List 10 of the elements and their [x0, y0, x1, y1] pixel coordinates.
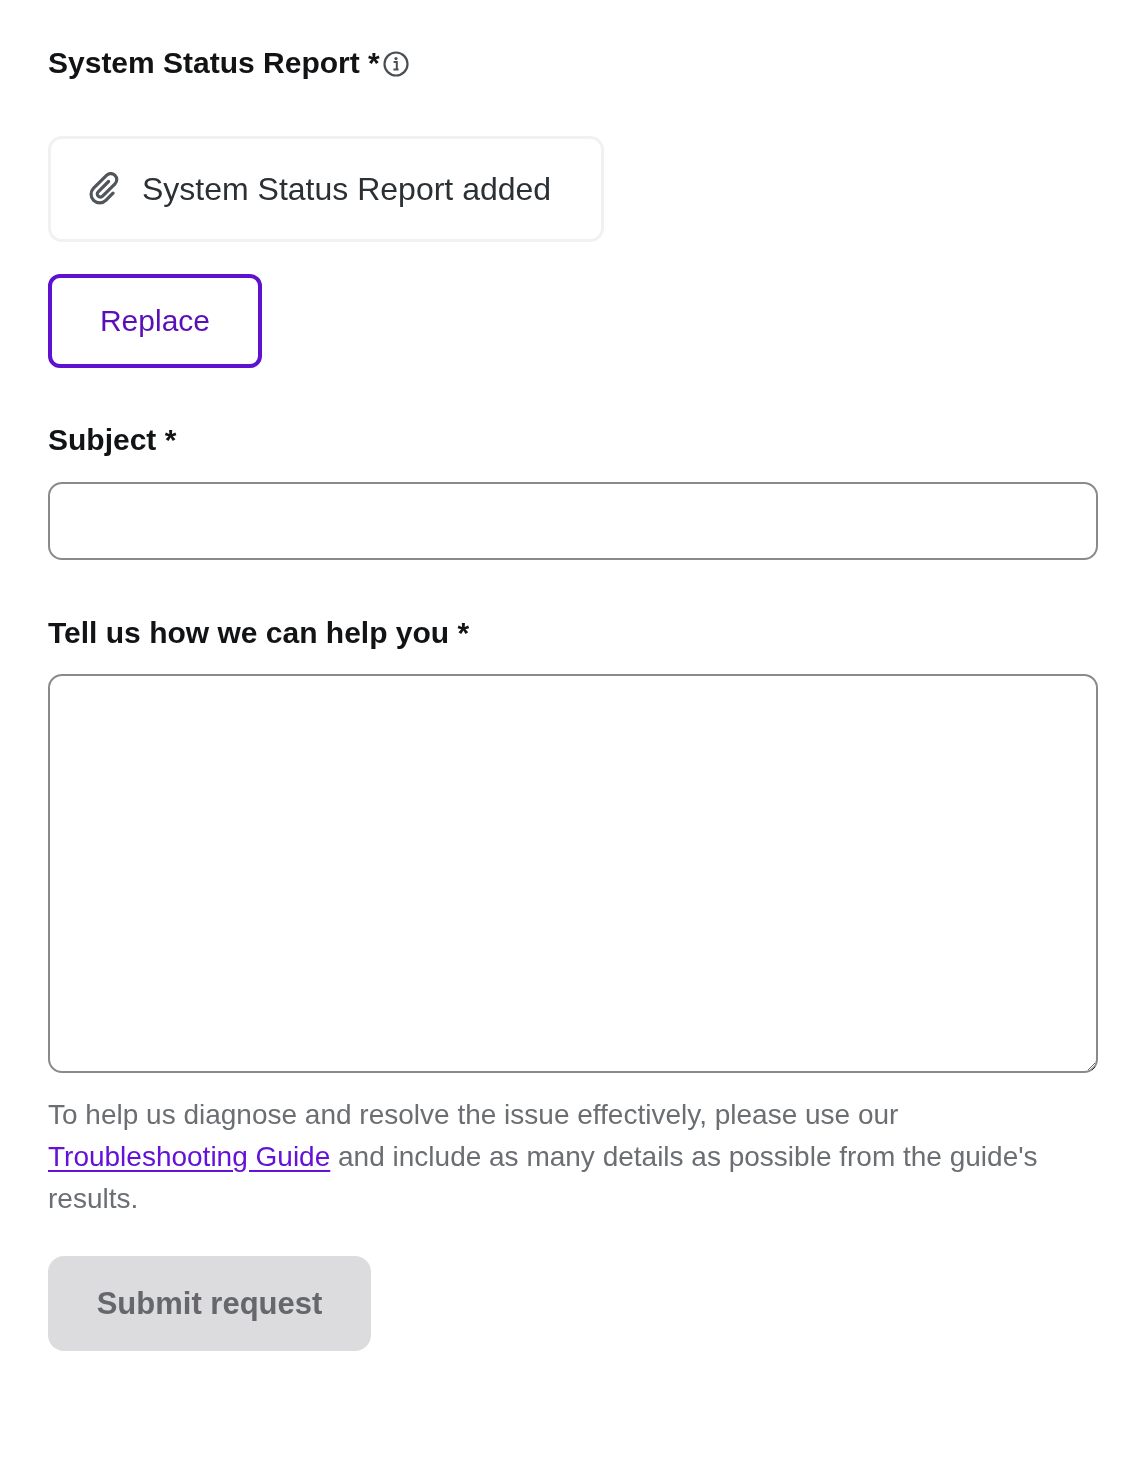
troubleshooting-link[interactable]: Troubleshooting Guide	[48, 1141, 331, 1172]
info-icon[interactable]	[382, 51, 409, 77]
field-label: Subject *	[48, 422, 178, 458]
attachment-text: System Status Report added	[142, 170, 552, 209]
subject-input[interactable]	[48, 482, 1098, 560]
message-field[interactable]	[48, 674, 1098, 1073]
replace-button[interactable]: Replace	[48, 274, 262, 368]
help-text: To help us diagnose and resolve the issue effectively, please use our Troubleshooting Guide and include as many details as possible from the guide's results.	[48, 1098, 1039, 1216]
field-label: System Status Report *	[48, 45, 380, 81]
field-label: Tell us how we can help you *	[48, 615, 471, 651]
